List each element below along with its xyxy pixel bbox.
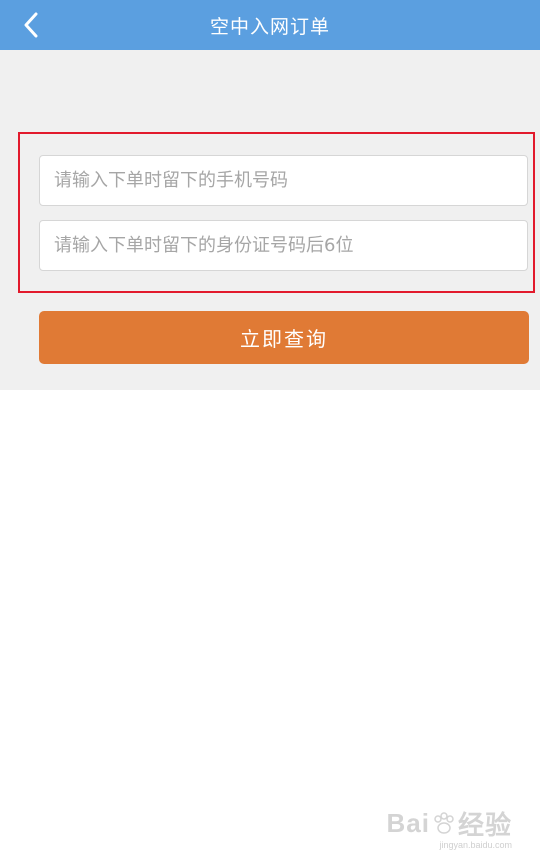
- page-title: 空中入网订单: [209, 15, 330, 38]
- query-now-button[interactable]: 立即查询: [39, 311, 529, 364]
- app-header: 空中入网订单: [0, 0, 540, 50]
- paw-icon: [434, 811, 454, 834]
- baidu-jingyan-watermark: Bai 经验 jingyan.baidu.com: [387, 805, 512, 850]
- watermark-logo-text-right: 经验: [457, 810, 512, 840]
- phone-number-input[interactable]: [39, 155, 528, 206]
- watermark-url: jingyan.baidu.com: [439, 840, 512, 850]
- back-button[interactable]: [16, 10, 46, 40]
- id-last6-input[interactable]: [39, 220, 528, 271]
- query-form-panel: 立即查询: [0, 50, 540, 390]
- chevron-left-icon: [24, 12, 38, 38]
- watermark-logo: Bai 经验: [387, 805, 512, 842]
- watermark-logo-text-left: Bai: [386, 808, 430, 838]
